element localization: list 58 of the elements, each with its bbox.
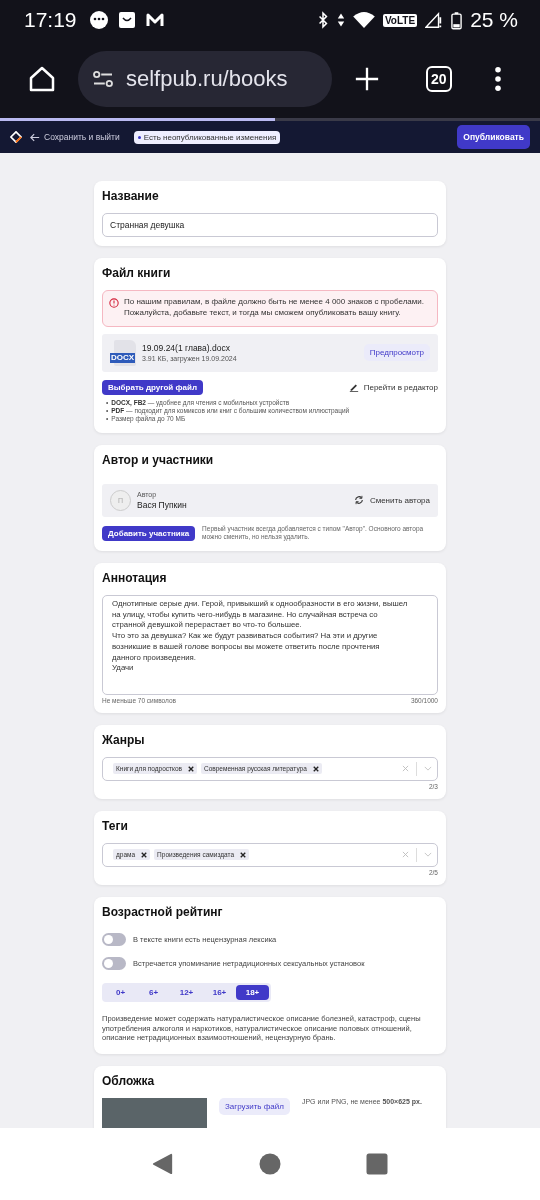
section-heading: Теги [102,818,129,833]
address-bar[interactable]: selfpub.ru/books [78,51,332,107]
age-rating-option[interactable]: 6+ [137,984,170,1000]
bluetooth-icon [316,11,329,29]
network-badge: VoLTE [382,13,418,27]
refresh-icon[interactable] [353,495,364,506]
menu-icon[interactable] [493,66,502,92]
section-heading: Аннотация [102,570,168,585]
arrow-left-icon[interactable] [30,132,40,142]
tab-count-button[interactable]: 20 [426,66,452,92]
battery-icon [451,10,463,30]
alert-text: По нашим правилам, в файле должно быть не менее 4 000 знаков с пробелами. Пожалуйста, добавьте текст, и тогда мы сможем опубликовать вашу книгу. [124,297,425,319]
unsaved-changes-badge: Есть неопубликованные изменения [133,130,281,144]
battery-percent: 25 % [470,8,518,32]
site-settings-icon[interactable] [92,70,114,88]
back-icon[interactable] [152,1152,175,1176]
choose-file-button[interactable]: Выбрать другой файл [102,379,203,395]
section-heading: Название [102,189,160,203]
home-circle-icon[interactable] [259,1153,281,1175]
file-name: 19.09.24(1 глава).docx [142,343,231,354]
new-tab-icon[interactable] [354,66,380,92]
remove-icon[interactable] [240,851,246,858]
author-name: Вася Пупкин [137,499,187,510]
section-heading: Жанры [102,732,146,747]
remove-icon[interactable] [141,851,148,858]
pencil-icon[interactable] [348,382,359,393]
logo-icon [10,131,22,143]
toggle-switch[interactable] [102,932,126,946]
age-rating-option[interactable]: 18+ [236,984,269,1000]
section-heading: Возрастной рейтинг [102,904,224,919]
toggle-switch[interactable] [102,956,126,970]
open-editor-link[interactable]: Перейти в редактор [363,382,438,392]
age-rating-option[interactable]: 0+ [104,984,137,1000]
title-field[interactable]: Странная девушка [102,213,438,237]
section-heading: Файл книги [102,266,172,280]
add-participant-button[interactable]: Добавить участника [102,525,196,541]
clock: 17:19 [24,8,77,32]
wifi-icon [352,11,375,29]
section-heading: Автор и участники [102,452,215,467]
chat-bubble-icon [88,10,109,30]
url-text: selfpub.ru/books [126,66,288,92]
age-rating-option[interactable]: 12+ [170,984,203,1000]
publish-button[interactable]: Опубликовать [457,125,530,149]
file-type-label: DOCX [110,352,136,363]
remove-icon[interactable] [312,765,319,772]
shopping-bag-icon [116,10,137,30]
save-and-exit-link[interactable]: Сохранить и выйти [30,132,120,142]
remove-icon[interactable] [187,765,194,772]
data-arrows-icon [336,11,345,29]
age-rating-option[interactable]: 16+ [203,984,236,1000]
section-heading: Обложка [102,1074,156,1089]
error-icon [109,298,119,308]
home-icon[interactable] [28,65,56,93]
upload-file-button[interactable]: Загрузить файл [219,1098,290,1116]
recents-icon[interactable] [365,1153,388,1175]
signal-icon [425,11,444,29]
preview-button[interactable]: Предпросмотр [363,344,430,362]
change-author-button[interactable]: Сменить автора [369,495,430,505]
